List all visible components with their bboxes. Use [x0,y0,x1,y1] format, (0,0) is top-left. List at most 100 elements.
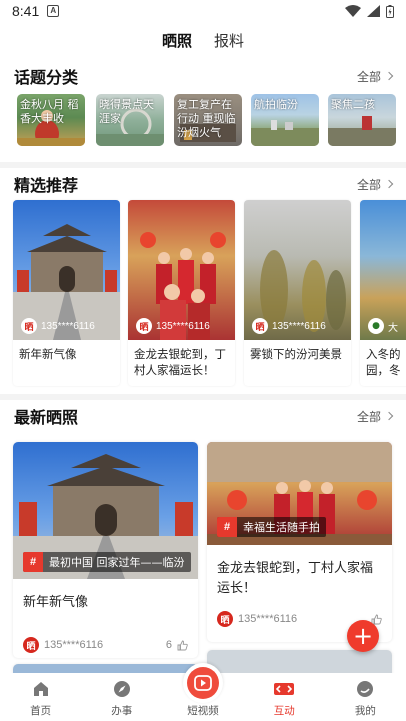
nav-profile[interactable]: 我的 [325,673,406,721]
picks-header: 精选推荐 全部 [0,168,406,200]
topic-tag-label: 幸福生活随手拍 [243,521,320,534]
pick-user: 晒 135****6116 [136,318,210,334]
latest-card-footer: 晒 135****6116 6 [13,637,198,653]
latest-card-user: 135****6116 [238,613,298,625]
brand-logo-icon: 晒 [136,318,152,334]
pick-username: 大 [388,322,398,334]
pick-image: 晒 135****6116 [128,200,235,340]
topic-label: 聚焦二孩 [331,98,375,111]
pick-user: 晒 135****6116 [21,318,95,334]
topic-card[interactable]: 航拍临汾 [251,94,319,146]
topic-label: 复工复产在行动 重现临汾烟火气 [177,98,236,139]
topics-more-button[interactable]: 全部 [356,68,394,85]
latest-card[interactable]: # 幸福生活随手拍 金龙去银蛇到，丁村人家福运长！ 晒 135****6116 [207,442,392,642]
brand-logo-icon: 晒 [23,637,39,653]
topic-label: 金秋八月 稻香大丰收 [20,98,79,125]
topic-label: 晓得景点天涯家 [99,98,154,125]
nav-home-label: 首页 [30,705,52,717]
topic-card[interactable]: 金秋八月 稻香大丰收 [17,94,85,146]
hash-icon: # [217,517,237,537]
bottom-nav: 首页 办事 短视频 互动 我的 [0,663,406,721]
short-video-button[interactable] [183,663,223,703]
picks-section: 精选推荐 全部 晒 135****6116 新年新气像 晒 135****611… [0,168,406,394]
chevron-right-icon [384,411,394,421]
status-bar: 8:41 A [0,0,406,22]
latest-image: # 幸福生活随手拍 [207,442,392,545]
picks-row: 晒 135****6116 新年新气像 晒 135****6116 金龙去银蛇到… [0,200,406,388]
topics-row: 金秋八月 稻香大丰收 晓得景点天涯家 复工复产在行动 重现临汾烟火气 航拍临汾 … [0,94,406,150]
latest-section: 最新晒照 全部 # 最初中国 回家过年——临汾 新年新气像 晒 135****6… [0,400,406,684]
pick-image: 晒 135****6116 [244,200,351,340]
pick-text: 金龙去银蛇到，丁村人家福运长！ [134,347,226,377]
latest-card[interactable]: # 最初中国 回家过年——临汾 新年新气像 晒 135****6116 6 [13,442,198,658]
battery-icon [386,4,394,18]
topic-card[interactable]: 复工复产在行动 重现临汾烟火气 [174,94,242,146]
latest-image: # 最初中国 回家过年——临汾 [13,442,198,579]
pick-username: 135****6116 [156,320,210,332]
chevron-right-icon [384,179,394,189]
status-icons [345,4,394,18]
pick-username: 135****6116 [272,320,326,332]
topic-tag[interactable]: # 最初中国 回家过年——临汾 [23,552,191,572]
latest-header: 最新晒照 全部 [0,400,406,432]
nav-short-video-label: 短视频 [187,705,219,717]
wifi-icon [345,5,361,17]
brand-logo-icon: 晒 [252,318,268,334]
topics-header: 话题分类 全部 [0,58,406,94]
chevron-right-icon [384,71,394,81]
pick-card[interactable]: 晒 135****6116 金龙去银蛇到，丁村人家福运长！ [128,200,235,386]
picks-title: 精选推荐 [14,176,79,195]
pick-card[interactable]: ● 大 入冬的园，冬 [360,200,406,386]
topic-tag[interactable]: # 幸福生活随手拍 [217,517,326,537]
latest-card-title: 新年新气像 [23,595,89,610]
add-post-button[interactable]: + [347,620,379,652]
topics-more-label: 全部 [356,69,381,84]
pick-text: 入冬的园，冬 [366,347,401,377]
topics-section: 话题分类 全部 金秋八月 稻香大丰收 晓得景点天涯家 复工复产在行动 重现临汾烟… [0,58,406,162]
topic-label: 航拍临汾 [254,98,298,111]
brand-logo-icon: 晒 [21,318,37,334]
play-icon [187,667,219,699]
signal-icon [367,5,380,17]
pick-username: 135****6116 [41,320,95,332]
pick-card[interactable]: 晒 135****6116 雾锁下的汾河美景 [244,200,351,386]
nav-short-video[interactable]: 短视频 [162,663,243,721]
latest-card-title: 金龙去银蛇到，丁村人家福运长！ [217,561,374,596]
picks-more-button[interactable]: 全部 [356,176,394,193]
nav-interact-label: 互动 [273,705,295,717]
topics-title: 话题分类 [14,68,79,87]
topic-card[interactable]: 聚焦二孩 [328,94,396,146]
pick-user: ● 大 [368,318,398,334]
latest-more-button[interactable]: 全部 [356,408,394,425]
avatar: ● [368,318,384,334]
nav-services-label: 办事 [111,705,133,717]
nav-home[interactable]: 首页 [0,673,81,721]
nav-services[interactable]: 办事 [81,673,162,721]
compass-icon [111,678,133,700]
pick-user: 晒 135****6116 [252,318,326,334]
tab-shaizhao[interactable]: 晒照 [162,30,192,51]
like-count: 6 [165,639,172,651]
picks-more-label: 全部 [356,177,381,192]
latest-card-user: 135****6116 [44,639,104,651]
pick-card[interactable]: 晒 135****6116 新年新气像 [13,200,120,386]
interact-icon [273,678,295,700]
screen: 8:41 A 晒照 报料 话题分类 全部 金秋八月 稻香大丰收 晓得景点天涯家 [0,0,406,721]
hash-icon: # [23,552,43,572]
pick-text: 新年新气像 [19,347,77,361]
pick-image: 晒 135****6116 [13,200,120,340]
nav-profile-label: 我的 [354,705,376,717]
top-tabs: 晒照 报料 [0,22,406,58]
tab-baoliao[interactable]: 报料 [214,30,244,51]
topic-card[interactable]: 晓得景点天涯家 [96,94,164,146]
nav-interact[interactable]: 互动 [244,673,325,721]
topic-tag-label: 最初中国 回家过年——临汾 [49,556,185,569]
thumbs-up-icon[interactable] [177,640,188,651]
notification-a-icon: A [47,5,60,17]
status-time: 8:41 [12,3,40,19]
brand-logo-icon: 晒 [217,611,233,627]
pick-text: 雾锁下的汾河美景 [250,347,342,361]
latest-title: 最新晒照 [14,408,79,427]
chat-profile-icon [354,678,376,700]
latest-more-label: 全部 [356,409,381,424]
